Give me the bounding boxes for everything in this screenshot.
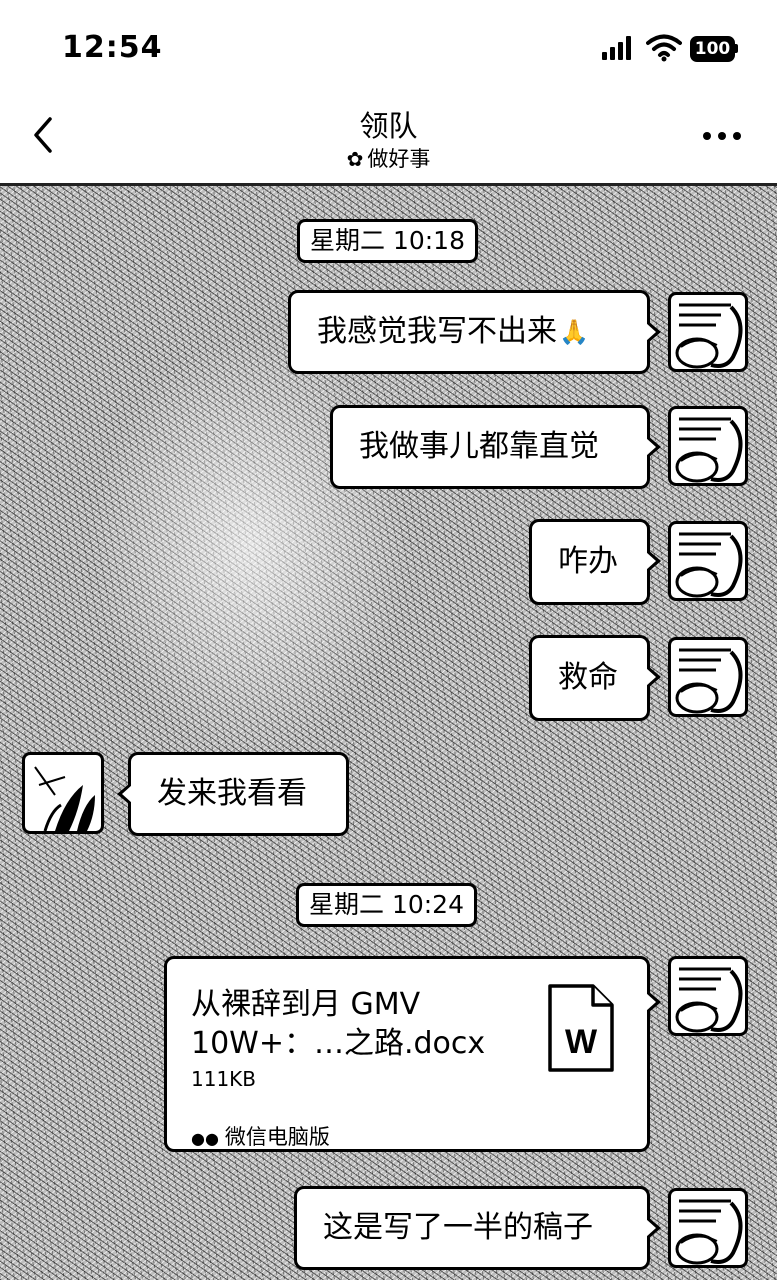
contact-avatar[interactable] xyxy=(22,752,104,834)
message-bubble[interactable]: 我做事儿都靠直觉 xyxy=(330,405,661,489)
message-bubble[interactable]: 发来我看看 xyxy=(117,752,349,836)
status-bar: 12:54 100 xyxy=(0,0,777,95)
avatar-image xyxy=(675,417,743,483)
message-bubble[interactable]: 这是写了一半的稿子 xyxy=(294,1186,661,1270)
avatar-image xyxy=(675,303,743,369)
file-name: 从裸辞到月 GMV 10W+：…之路.docx xyxy=(191,987,486,1061)
battery-level: 100 xyxy=(690,36,735,62)
avatar-image xyxy=(675,532,743,598)
chat-title: 领队 xyxy=(359,109,418,143)
message-text: 我做事儿都靠直觉 xyxy=(359,429,599,464)
avatar-image xyxy=(675,967,743,1033)
chat-header: 领队 ✿ 做好事 xyxy=(0,95,777,186)
timestamp: 星期二 10:18 xyxy=(297,219,478,263)
file-message[interactable]: 从裸辞到月 GMV 10W+：…之路.docx 111KB W ●● 微信电脑版 xyxy=(164,956,661,1152)
flower-icon: ✿ xyxy=(346,147,364,171)
avatar-image xyxy=(34,766,95,831)
pray-emoji: 🙏 xyxy=(559,318,589,346)
my-avatar[interactable] xyxy=(668,292,748,372)
message-text: 发来我看看 xyxy=(157,776,307,811)
file-source: ●● 微信电脑版 xyxy=(191,1121,330,1151)
avatar-image xyxy=(675,1199,743,1265)
message-bubble[interactable]: 我感觉我写不出来 🙏 xyxy=(288,290,661,374)
my-avatar[interactable] xyxy=(668,956,748,1036)
wifi-icon xyxy=(646,34,682,62)
file-size: 111KB xyxy=(191,1067,257,1091)
more-dots-icon[interactable] xyxy=(702,131,742,141)
my-avatar[interactable] xyxy=(668,637,748,717)
my-avatar[interactable] xyxy=(668,406,748,486)
my-avatar[interactable] xyxy=(668,521,748,601)
wechat-icon: ●● xyxy=(191,1129,219,1148)
chat-status: ✿ 做好事 xyxy=(0,143,777,173)
status-time: 12:54 xyxy=(62,30,163,65)
message-text: 救命 xyxy=(558,660,618,695)
chat-status-text: 做好事 xyxy=(367,147,431,171)
message-text: 这是写了一半的稿子 xyxy=(323,1210,593,1245)
message-text: 我感觉我写不出来 xyxy=(317,314,557,349)
message-bubble[interactable]: 咋办 xyxy=(529,519,661,605)
word-document-icon: W xyxy=(548,984,614,1072)
cellular-signal-icon xyxy=(602,36,631,60)
message-bubble[interactable]: 救命 xyxy=(529,635,661,721)
chat-area[interactable]: 星期二 10:18 我感觉我写不出来 🙏 我做事儿都靠直觉 咋办 救命 发来我看… xyxy=(0,186,777,1280)
battery-icon: 100 xyxy=(690,36,738,62)
message-text: 咋办 xyxy=(558,544,618,579)
my-avatar[interactable] xyxy=(668,1188,748,1268)
file-source-text: 微信电脑版 xyxy=(224,1125,330,1149)
timestamp: 星期二 10:24 xyxy=(296,883,477,927)
svg-text:W: W xyxy=(565,1023,598,1061)
avatar-image xyxy=(675,648,743,714)
